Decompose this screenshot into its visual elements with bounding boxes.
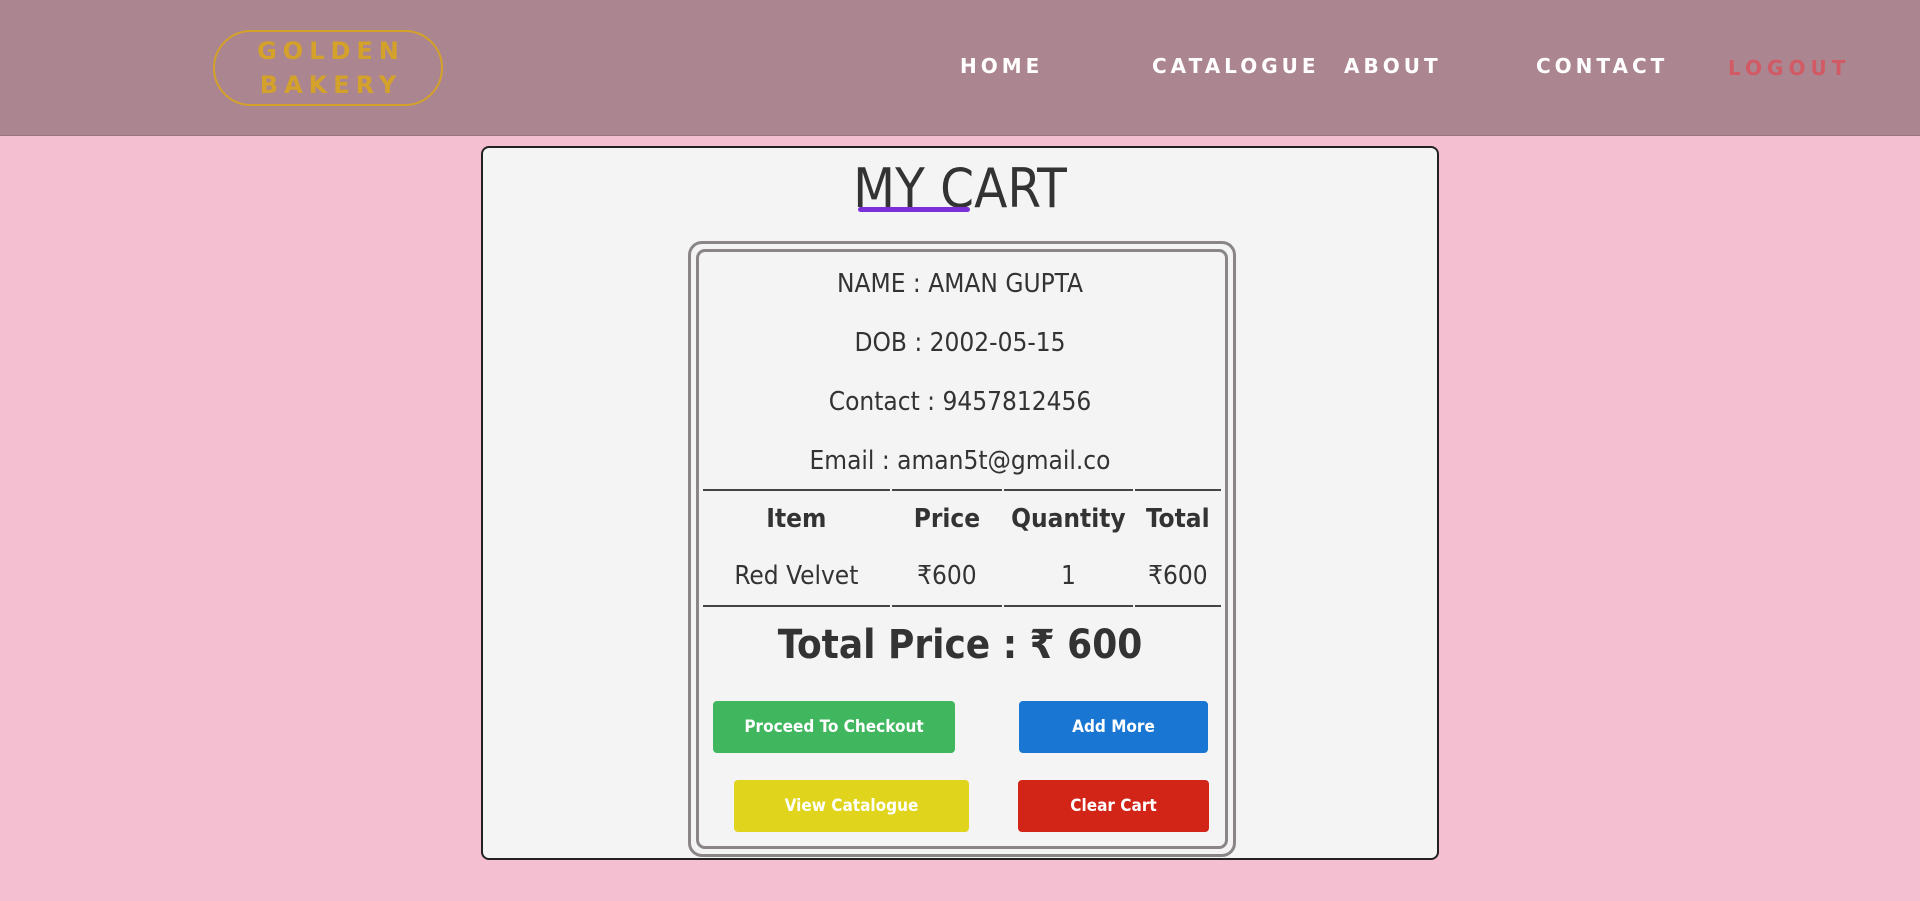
brand-line-2: BAKERY xyxy=(259,71,403,99)
navbar: GOLDEN BAKERY HOME CATALOGUE ABOUT CONTA… xyxy=(0,0,1920,136)
total-price: Total Price : ₹ 600 xyxy=(777,622,1143,668)
title-underline xyxy=(858,207,970,212)
clear-cart-button[interactable]: Clear Cart xyxy=(1018,780,1209,832)
nav-contact-link[interactable]: CONTACT xyxy=(1536,54,1668,78)
cart-card: MY CART NAME : AMAN GUPTA DOB : 2002-05-… xyxy=(481,146,1439,860)
column-header-quantity: Quantity xyxy=(1004,489,1133,547)
view-catalogue-button[interactable]: View Catalogue xyxy=(734,780,969,832)
column-header-price: Price xyxy=(891,489,1003,547)
column-header-total: Total xyxy=(1134,489,1221,547)
brand-logo[interactable]: GOLDEN BAKERY xyxy=(213,30,443,106)
brand-line-1: GOLDEN xyxy=(257,37,405,65)
customer-contact: Contact : 9457812456 xyxy=(828,387,1092,417)
add-more-button[interactable]: Add More xyxy=(1019,701,1208,753)
cell-total: ₹600 xyxy=(1134,547,1221,607)
nav-home-link[interactable]: HOME xyxy=(960,54,1043,78)
nav-catalogue-link[interactable]: CATALOGUE xyxy=(1152,54,1320,78)
table-row: Red Velvet ₹600 1 ₹600 xyxy=(703,547,1221,607)
page-title: MY CART xyxy=(853,157,1067,220)
cell-quantity: 1 xyxy=(1004,547,1133,607)
customer-dob: DOB : 2002-05-15 xyxy=(854,328,1066,358)
cell-item: Red Velvet xyxy=(703,547,890,607)
table-header-row: Item Price Quantity Total xyxy=(703,489,1221,547)
proceed-to-checkout-button[interactable]: Proceed To Checkout xyxy=(713,701,955,753)
nav-about-link[interactable]: ABOUT xyxy=(1344,54,1442,78)
cart-table: Item Price Quantity Total Red Velvet ₹60… xyxy=(701,489,1223,607)
cell-price: ₹600 xyxy=(891,547,1003,607)
column-header-item: Item xyxy=(703,489,890,547)
customer-email: Email : aman5t@gmail.co xyxy=(809,446,1111,476)
nav-logout-link[interactable]: LOGOUT xyxy=(1728,56,1850,80)
customer-name: NAME : AMAN GUPTA xyxy=(837,269,1083,299)
